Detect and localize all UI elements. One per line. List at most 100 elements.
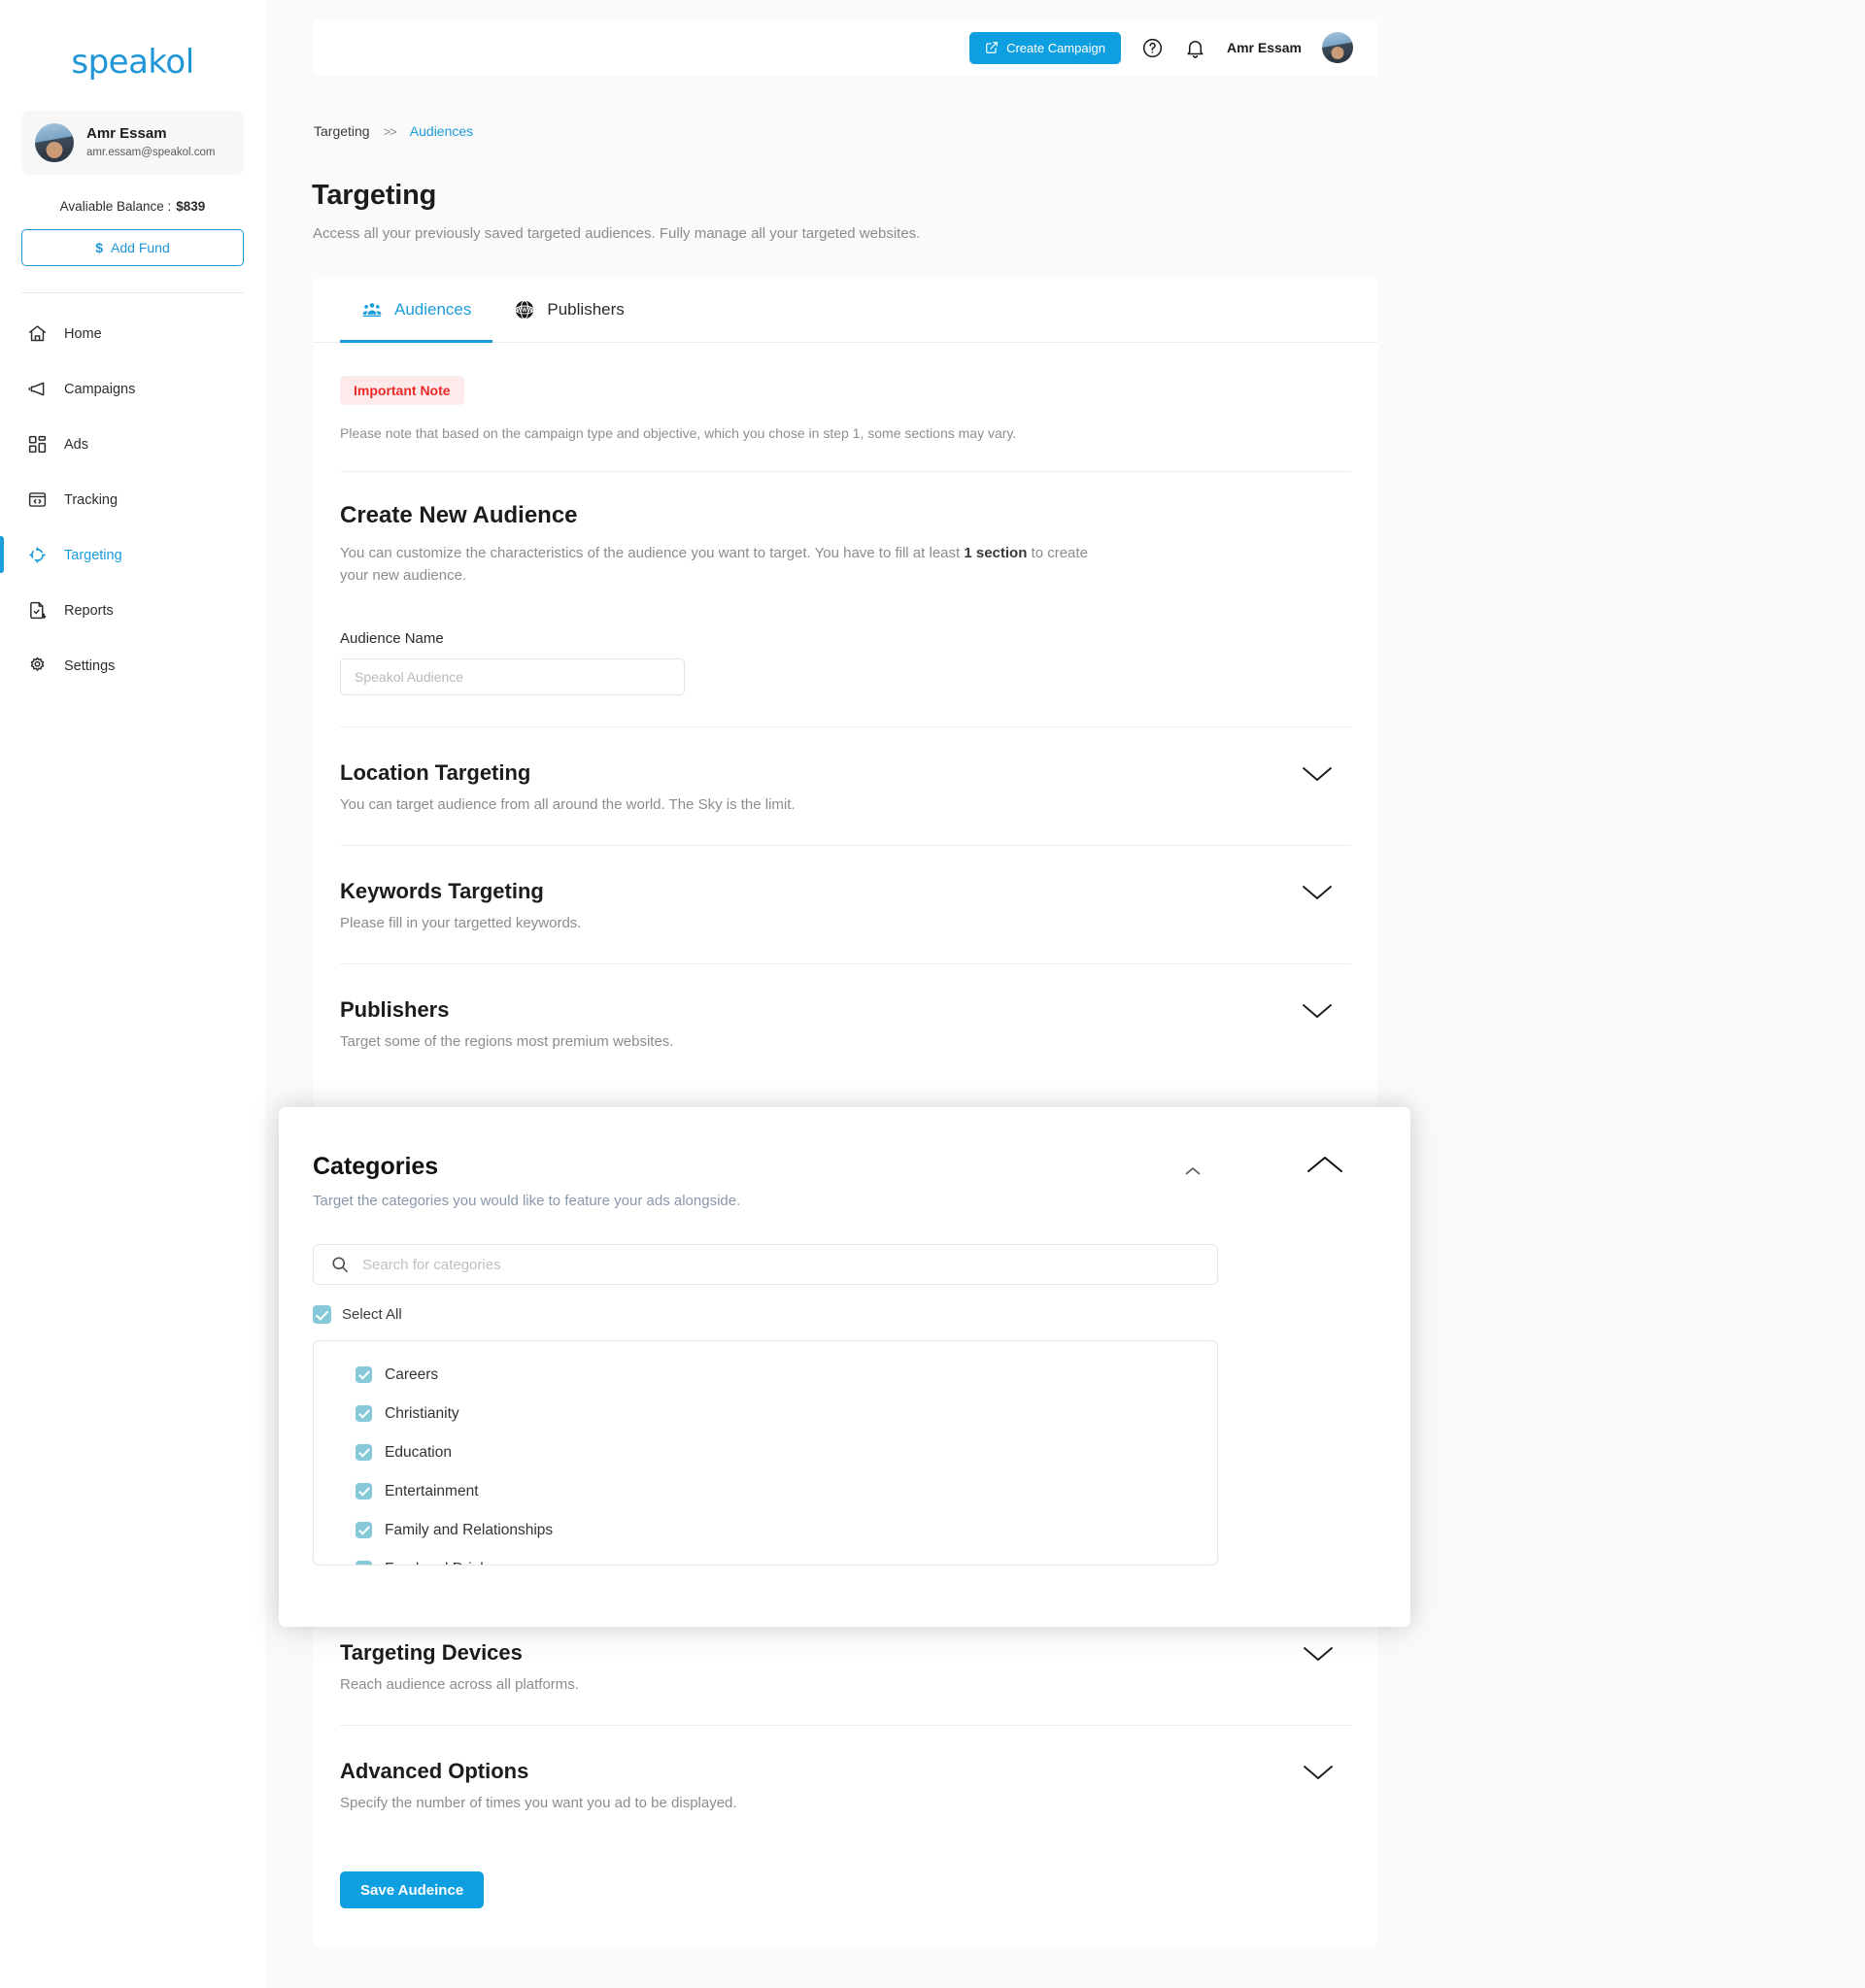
checkbox-checked-icon[interactable] (356, 1483, 372, 1499)
sidebar-item-label: Tracking (64, 491, 119, 508)
list-item[interactable]: Education (356, 1437, 1217, 1467)
desc-part-1: You can customize the characteristics of… (340, 545, 965, 561)
bell-icon[interactable] (1184, 37, 1206, 59)
section-subtitle: You can target audience from all around … (340, 795, 796, 813)
card-body: Important Note Please note that based on… (314, 343, 1377, 1082)
page-title: Targeting (312, 180, 437, 211)
people-group-icon (362, 302, 382, 317)
page-subtitle: Access all your previously saved targete… (313, 225, 921, 242)
question-circle-icon[interactable] (1141, 37, 1164, 59)
grid-icon (28, 435, 47, 454)
megaphone-icon (28, 382, 45, 396)
category-label: Food and Drink (385, 1561, 488, 1566)
app-root: speakol Amr Essam amr.essam@speakol.com … (0, 0, 1865, 1988)
logo[interactable]: speakol (0, 0, 265, 111)
top-header: Create Campaign Amr Essam (314, 19, 1377, 76)
categories-search-input[interactable] (313, 1244, 1218, 1285)
select-all-checkbox[interactable]: Select All (313, 1305, 1376, 1324)
divider (340, 471, 1351, 472)
tab-audiences[interactable]: Audiences (340, 277, 493, 343)
section-keywords-targeting[interactable]: Keywords Targeting Please fill in your t… (340, 844, 1351, 963)
create-campaign-label: Create Campaign (1006, 40, 1105, 55)
sidebar-item-settings[interactable]: Settings (0, 645, 265, 687)
sidebar-item-label: Home (64, 325, 102, 342)
home-icon (28, 325, 47, 342)
sidebar-item-ads[interactable]: Ads (0, 423, 265, 465)
code-box-icon (28, 492, 47, 507)
section-subtitle: Target some of the regions most premium … (340, 1032, 674, 1050)
list-item[interactable]: Christianity (356, 1398, 1217, 1429)
checkbox-checked-icon (313, 1305, 331, 1324)
sidebar-item-label: Campaigns (64, 381, 136, 397)
categories-subtitle: Target the categories you would like to … (313, 1193, 741, 1209)
section-subtitle: Specify the number of times you want you… (340, 1795, 737, 1811)
checkbox-checked-icon[interactable] (356, 1561, 372, 1565)
bottom-sections: Targeting Devices Reach audience across … (340, 1607, 1352, 1908)
www-globe-icon: WWW (515, 299, 535, 320)
checkbox-checked-icon[interactable] (356, 1522, 372, 1538)
chevron-up-icon[interactable] (1184, 1165, 1202, 1177)
report-icon (30, 601, 47, 620)
available-balance: Avaliable Balance : $839 (0, 199, 265, 214)
audience-name-label: Audience Name (340, 629, 444, 647)
add-fund-label: Add Fund (111, 240, 170, 255)
chevron-down-icon[interactable] (1301, 883, 1334, 902)
categories-panel-inner: Categories Target the categories you wou… (279, 1107, 1410, 1566)
save-audience-button[interactable]: Save Audeince (340, 1871, 485, 1908)
list-item[interactable]: Entertainment (356, 1476, 1217, 1506)
categories-title: Categories (313, 1153, 439, 1180)
balance-label: Avaliable Balance : (59, 199, 172, 214)
edit-square-icon (986, 42, 998, 53)
category-label: Education (385, 1443, 452, 1461)
sidebar-divider (21, 292, 244, 293)
breadcrumb-current[interactable]: Audiences (410, 123, 473, 139)
checkbox-checked-icon[interactable] (356, 1444, 372, 1461)
section-publishers[interactable]: Publishers Target some of the regions mo… (340, 962, 1351, 1082)
sidebar-item-tracking[interactable]: Tracking (0, 479, 265, 521)
sidebar-item-reports[interactable]: Reports (0, 590, 265, 631)
list-item[interactable]: Food and Drink (356, 1554, 1217, 1566)
section-subtitle: Reach audience across all platforms. (340, 1676, 579, 1693)
list-item[interactable]: Careers (356, 1360, 1217, 1390)
chevron-down-icon[interactable] (1301, 764, 1334, 784)
chevron-up-icon[interactable] (1306, 1153, 1344, 1176)
chevron-down-icon[interactable] (1302, 1763, 1335, 1782)
chevron-down-icon[interactable] (1302, 1644, 1335, 1664)
logo-text: speakol (71, 43, 194, 82)
sidebar-item-targeting[interactable]: Targeting (0, 534, 265, 576)
sidebar-user-email: amr.essam@speakol.com (86, 146, 216, 158)
section-advanced-options[interactable]: Advanced Options Specify the number of t… (340, 1725, 1352, 1843)
breadcrumb: Targeting >> Audiences (314, 123, 473, 139)
sidebar-item-home[interactable]: Home (0, 313, 265, 354)
section-location-targeting[interactable]: Location Targeting You can target audien… (340, 725, 1351, 845)
header-user-name: Amr Essam (1226, 40, 1302, 55)
category-label: Family and Relationships (385, 1521, 554, 1538)
select-all-label: Select All (342, 1306, 402, 1323)
categories-search-wrap (313, 1244, 1218, 1285)
sidebar-item-label: Reports (64, 602, 114, 619)
create-audience-title: Create New Audience (340, 502, 578, 528)
svg-text:WWW: WWW (517, 308, 533, 314)
breadcrumb-root[interactable]: Targeting (314, 123, 370, 139)
balance-value: $839 (176, 199, 206, 214)
tab-publishers[interactable]: WWW Publishers (492, 277, 645, 343)
sidebar-item-label: Ads (64, 436, 88, 453)
categories-list[interactable]: Careers Christianity Education Entertain… (313, 1340, 1218, 1566)
checkbox-checked-icon[interactable] (356, 1366, 372, 1383)
audience-name-input[interactable] (340, 657, 685, 695)
sidebar-nav: Home Campaigns Ads Tracking Targeting Re… (0, 313, 265, 687)
sidebar-user-card[interactable]: Amr Essam amr.essam@speakol.com (21, 111, 244, 175)
sidebar-item-label: Settings (64, 657, 116, 674)
sidebar-item-campaigns[interactable]: Campaigns (0, 368, 265, 410)
list-item[interactable]: Family and Relationships (356, 1515, 1217, 1545)
chevron-down-icon[interactable] (1301, 1001, 1334, 1021)
avatar[interactable] (1322, 32, 1353, 63)
section-title: Publishers (340, 996, 450, 1022)
add-fund-button[interactable]: $ Add Fund (21, 229, 244, 266)
desc-bold: 1 section (964, 545, 1028, 561)
sidebar: speakol Amr Essam amr.essam@speakol.com … (0, 0, 265, 1988)
important-note-text: Please note that based on the campaign t… (340, 425, 1017, 441)
checkbox-checked-icon[interactable] (356, 1405, 372, 1422)
create-campaign-button[interactable]: Create Campaign (969, 31, 1121, 64)
gear-icon (30, 657, 45, 671)
